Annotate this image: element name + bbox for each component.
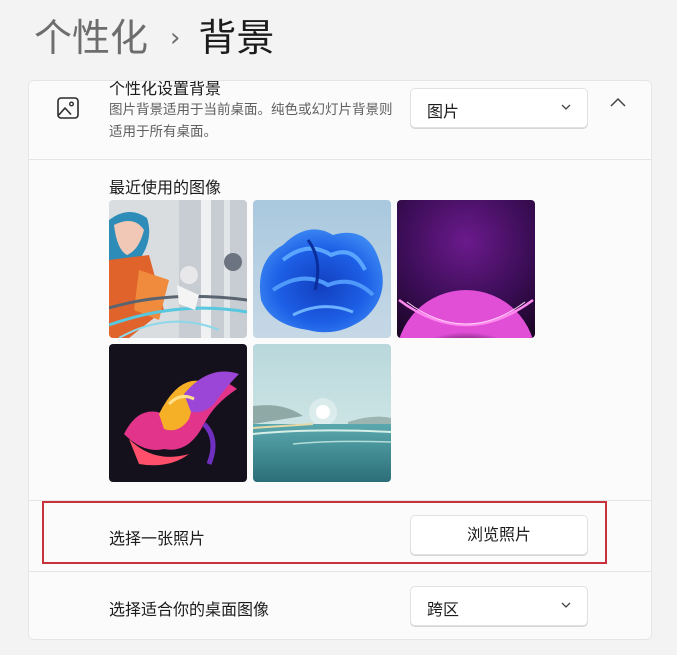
recent-image-lake-landscape[interactable]	[253, 344, 391, 482]
background-settings-panel: 个性化设置背景 图片背景适用于当前桌面。纯色或幻灯片背景则适用于所有桌面。 图片…	[28, 80, 652, 640]
background-type-value: 图片	[427, 102, 460, 121]
browse-photos-button[interactable]: 浏览照片	[410, 515, 588, 555]
chevron-down-icon	[561, 602, 571, 608]
recent-image-anime-artwork[interactable]	[109, 200, 247, 338]
recent-image-blue-bloom[interactable]	[253, 200, 391, 338]
choose-photo-label: 选择一张照片	[109, 529, 206, 548]
fit-dropdown[interactable]: 跨区	[410, 586, 588, 626]
recent-image-purple-glow[interactable]	[397, 200, 535, 338]
fit-row: 选择适合你的桌面图像 跨区	[29, 571, 651, 639]
breadcrumb-parent[interactable]: 个性化	[34, 14, 148, 62]
chevron-down-icon	[561, 104, 571, 110]
recent-images-label: 最近使用的图像	[109, 178, 222, 197]
breadcrumb-separator-icon: ›	[170, 23, 181, 53]
recent-image-colorful-ribbon[interactable]	[109, 344, 247, 482]
background-setting-title: 个性化设置背景	[109, 80, 222, 98]
breadcrumb: 个性化 › 背景	[34, 14, 274, 62]
page-title: 背景	[198, 16, 275, 60]
fit-value: 跨区	[427, 600, 460, 619]
choose-photo-row: 选择一张照片 浏览照片	[29, 500, 651, 571]
fit-label: 选择适合你的桌面图像	[109, 600, 270, 619]
picture-icon	[57, 97, 79, 119]
background-type-row[interactable]: 个性化设置背景 图片背景适用于当前桌面。纯色或幻灯片背景则适用于所有桌面。 图片	[29, 81, 651, 160]
background-setting-description: 图片背景适用于当前桌面。纯色或幻灯片背景则适用于所有桌面。	[109, 102, 393, 140]
background-type-dropdown[interactable]: 图片	[410, 88, 588, 128]
recent-images-section: 最近使用的图像	[29, 160, 651, 500]
chevron-up-icon[interactable]	[607, 95, 629, 111]
